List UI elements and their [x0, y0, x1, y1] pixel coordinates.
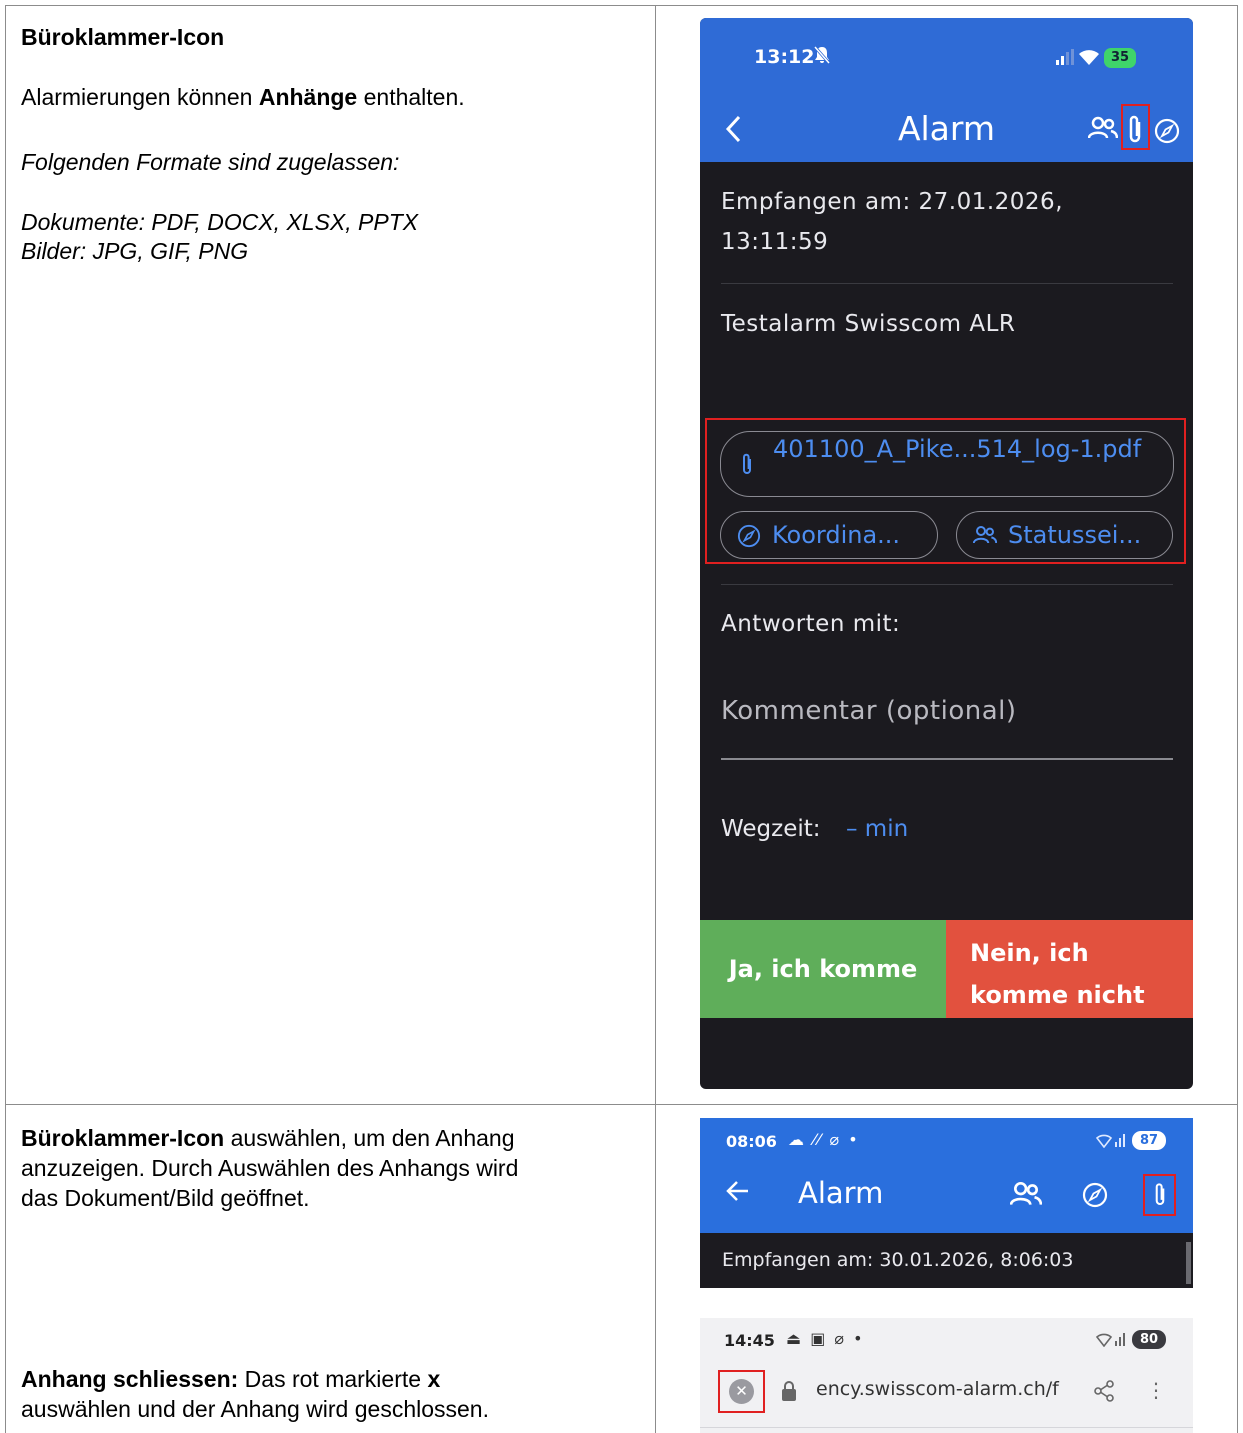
received-date: Empfangen am: 27.01.2026,: [721, 189, 1064, 215]
scrollbar[interactable]: [1186, 1242, 1191, 1284]
bell-muted-icon: [812, 45, 832, 70]
no-button-line-2: komme nicht: [970, 981, 1145, 1009]
travel-time-label: Wegzeit:: [721, 816, 821, 842]
close-x-bold: x: [427, 1366, 441, 1392]
close-line-1: Anhang schliessen: Das rot markierte x: [21, 1365, 440, 1393]
battery-icon: 80: [1132, 1330, 1166, 1349]
divider: [721, 584, 1173, 585]
status-page-chip[interactable]: Statussei...: [956, 511, 1173, 559]
paperclip-icon: [739, 453, 755, 483]
compass-icon[interactable]: [1154, 118, 1180, 149]
select-rest: auswählen, um den Anhang: [224, 1125, 515, 1151]
heading-paperclip-icon: Büroklammer-Icon: [21, 24, 225, 50]
intro-text-end: enthalten.: [357, 84, 465, 110]
wifi-signal-icon: [1095, 1132, 1126, 1151]
group-icon: [972, 524, 998, 552]
no-not-coming-button[interactable]: Nein, ich komme nicht: [946, 920, 1193, 1018]
select-line-3: das Dokument/Bild geöffnet.: [21, 1185, 310, 1211]
table-column-divider: [655, 5, 656, 1433]
share-icon[interactable]: [1093, 1380, 1115, 1407]
intro-bold-attachments: Anhänge: [258, 84, 358, 110]
status-time: 08:06: [726, 1132, 777, 1151]
group-icon[interactable]: [1087, 116, 1119, 145]
status-time: 14:45: [724, 1331, 775, 1350]
received-time: 13:11:59: [721, 229, 829, 255]
formats-title: Folgenden Formate sind zugelassen:: [21, 149, 400, 175]
select-bold: Büroklammer-Icon: [21, 1125, 225, 1151]
status-page-label: Statussei...: [1008, 521, 1142, 549]
page-title: Alarm: [897, 109, 996, 148]
table-border-left: [5, 5, 6, 1433]
status-icons: ⏏ ▣ ⌀ •: [786, 1329, 865, 1348]
yes-coming-button[interactable]: Ja, ich komme: [700, 920, 946, 1018]
formats-images: Bilder: JPG, GIF, PNG: [21, 238, 249, 264]
signal-icon: [1056, 49, 1074, 70]
attachment-chip[interactable]: 401100_A_Pike...514_log-1.pdf: [720, 431, 1174, 497]
coordinates-label: Koordina...: [772, 521, 901, 549]
close-bold: Anhang schliessen:: [21, 1366, 239, 1392]
lock-icon: [780, 1380, 798, 1407]
back-arrow-icon[interactable]: [726, 1180, 750, 1207]
attachment-filename: 401100_A_Pike...514_log-1.pdf: [773, 435, 1142, 463]
wifi-icon: [1078, 48, 1100, 71]
no-button-line-1: Nein, ich: [970, 939, 1089, 967]
url-bar[interactable]: ency.swisscom-alarm.ch/f: [816, 1378, 1059, 1400]
select-line-1: Büroklammer-Icon auswählen, um den Anhan…: [21, 1124, 515, 1152]
comment-input[interactable]: Kommentar (optional): [721, 696, 1017, 726]
select-line-2: anzuzeigen. Durch Auswählen des Anhangs …: [21, 1155, 519, 1181]
reply-label: Antworten mit:: [721, 611, 901, 637]
formats-documents: Dokumente: PDF, DOCX, XLSX, PPTX: [21, 209, 419, 235]
more-menu-icon[interactable]: ⋮: [1146, 1378, 1166, 1402]
close-line-2: auswählen und der Anhang wird geschlosse…: [21, 1396, 489, 1422]
battery-icon: 35: [1104, 48, 1136, 68]
status-icons: ☁ ⁄⁄ ⌀ •: [788, 1130, 860, 1149]
compass-icon: [737, 524, 761, 554]
paperclip-icon[interactable]: [1124, 114, 1146, 151]
table-border-top: [5, 5, 1238, 6]
comment-underline: [721, 758, 1173, 760]
phone-screenshot-alarm-header: 08:06 ☁ ⁄⁄ ⌀ • 87 Alarm Empfangen am: 30…: [700, 1118, 1193, 1288]
compass-icon[interactable]: [1082, 1182, 1108, 1213]
phone-screenshot-alarm: 13:12 35 Alarm Empfangen am: 27.01.2026,…: [700, 18, 1193, 1089]
table-row-divider: [5, 1104, 1238, 1105]
table-border-right: [1237, 5, 1238, 1433]
group-icon[interactable]: [1009, 1181, 1043, 1212]
divider: [721, 283, 1173, 284]
received-date: Empfangen am: 30.01.2026, 8:06:03: [722, 1249, 1074, 1271]
close-mid: Das rot markierte: [238, 1366, 428, 1392]
close-icon[interactable]: ✕: [729, 1379, 754, 1404]
wifi-signal-icon: [1095, 1331, 1126, 1350]
paperclip-icon[interactable]: [1151, 1180, 1169, 1215]
page-title: Alarm: [798, 1176, 884, 1210]
coordinates-chip[interactable]: Koordina...: [720, 511, 938, 559]
travel-time-value[interactable]: – min: [846, 816, 908, 842]
divider: [700, 1427, 1193, 1428]
intro-paragraph: Alarmierungen können Anhänge enthalten.: [21, 83, 465, 111]
battery-icon: 87: [1132, 1131, 1166, 1150]
alarm-message: Testalarm Swisscom ALR: [721, 311, 1016, 337]
intro-text: Alarmierungen können: [21, 84, 259, 110]
status-time: 13:12: [754, 46, 815, 68]
phone-screenshot-browser: 14:45 ⏏ ▣ ⌀ • 80 ✕ ency.swisscom-alarm.c…: [700, 1318, 1193, 1433]
